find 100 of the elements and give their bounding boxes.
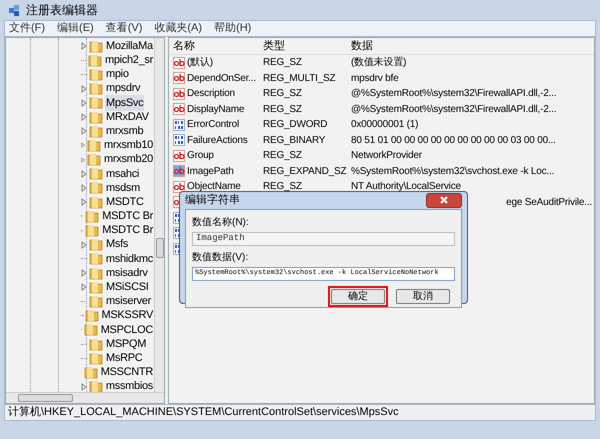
menu-item[interactable]: 帮助(H) — [214, 20, 252, 37]
tree-item[interactable]: mpich2_sr — [104, 52, 154, 69]
folder-icon — [89, 82, 103, 96]
close-icon — [440, 196, 448, 204]
value-data: NT Authority\LocalService — [351, 180, 461, 194]
value-name[interactable]: FailureActions — [187, 132, 248, 148]
dialog-title: 编辑字符串 — [185, 192, 240, 208]
tree-item[interactable]: Msfs — [105, 236, 130, 253]
menu-item[interactable]: 查看(V) — [106, 20, 142, 37]
folder-icon — [89, 238, 103, 252]
tree-item[interactable]: MsRPC — [105, 350, 144, 366]
value-data: (数值未设置) — [351, 56, 406, 70]
tree-item[interactable]: MSKSSRV — [100, 307, 154, 324]
tree-item[interactable]: MozillaMa — [105, 38, 154, 54]
folder-icon — [89, 196, 103, 209]
folder-icon — [89, 68, 103, 81]
folder-icon — [89, 110, 103, 124]
registry-app-icon — [8, 3, 22, 17]
tree-item[interactable]: MSDTC — [105, 194, 145, 210]
tree-item[interactable]: mrxsmb10 — [103, 137, 154, 154]
string-value-icon — [173, 180, 185, 193]
value-type: REG_SZ — [263, 57, 302, 68]
column-header[interactable]: 类型 — [259, 38, 347, 54]
folder-icon — [89, 266, 103, 280]
folder-icon — [85, 224, 100, 238]
string-value-icon — [173, 165, 185, 178]
value-type: REG_SZ — [263, 104, 302, 115]
tree-item[interactable]: msdsm — [105, 180, 141, 196]
tree-item[interactable]: mpio — [105, 66, 130, 83]
tree-item[interactable]: MSiSCSI — [105, 279, 150, 296]
value-data: %SystemRoot%\system32\svchost.exe -k Loc... — [351, 164, 554, 179]
field-label: 数值名称(N): — [192, 216, 250, 230]
column-header[interactable]: 数据 — [347, 38, 517, 54]
folder-icon — [89, 96, 103, 110]
binary-value-icon — [173, 134, 185, 146]
value-type: REG_BINARY — [263, 134, 326, 146]
value-type: REG_DWORD — [263, 119, 328, 130]
folder-icon — [87, 138, 102, 152]
tree-item[interactable]: MSPCLOC — [100, 322, 154, 338]
string-value-icon — [173, 150, 185, 162]
folder-icon — [89, 294, 103, 308]
value-name[interactable]: Description — [187, 86, 235, 102]
tree-item[interactable]: mrxsmb — [105, 122, 144, 140]
value-data: @%SystemRoot%\system32\FirewallAPI.dll,-2... — [351, 87, 556, 102]
tree-item[interactable]: msisadrv — [105, 264, 149, 282]
tree-item[interactable]: MSSCNTR — [100, 364, 154, 381]
value-type: REG_EXPAND_SZ — [263, 166, 346, 177]
value-data: ege SeAuditPrivile... — [506, 196, 593, 210]
expand-arrow-icon[interactable] — [81, 42, 87, 50]
folder-icon — [87, 153, 102, 166]
folder-icon — [88, 54, 102, 67]
string-value-icon — [173, 88, 185, 100]
tree-item[interactable]: MSDTC Br — [101, 222, 154, 239]
tree-item[interactable]: msiserver — [105, 293, 152, 310]
value-data: @%SystemRoot%\system32\FirewallAPI.dll,-2... — [351, 102, 556, 117]
tree-item[interactable]: msahci — [105, 166, 140, 182]
value-data: 0x00000001 (1) — [351, 118, 418, 132]
tree-item[interactable]: mshidkmc — [104, 250, 154, 268]
value-name[interactable]: Group — [187, 148, 214, 164]
vertical-scrollbar[interactable] — [154, 38, 164, 392]
menu-item[interactable]: 文件(F) — [9, 20, 46, 37]
folder-icon — [89, 280, 103, 294]
tree-item[interactable]: MpsSvc — [105, 94, 144, 112]
value-data: 80 51 01 00 00 00 00 00 00 00 00 00 03 00 00... — [351, 134, 556, 148]
value-name[interactable]: DisplayName — [187, 102, 244, 117]
value-data: mpsdrv bfe — [351, 72, 398, 86]
folder-icon — [89, 40, 103, 53]
dialog-button[interactable]: 取消 — [396, 288, 450, 304]
folder-icon — [89, 181, 103, 194]
column-header[interactable]: 名称 — [169, 38, 259, 54]
value-name[interactable]: ErrorControl — [187, 117, 240, 132]
menu-item[interactable]: 编辑(E) — [57, 20, 94, 37]
string-value-icon — [173, 56, 185, 69]
tree-item[interactable]: MSPQM — [105, 336, 148, 352]
value-type: REG_SZ — [263, 88, 302, 100]
horizontal-scrollbar[interactable] — [6, 392, 164, 403]
value-name-field[interactable]: ImagePath — [192, 232, 455, 246]
value-name[interactable]: ImagePath — [187, 164, 234, 179]
folder-icon — [88, 252, 103, 266]
value-type: REG_SZ — [263, 150, 302, 162]
tree-item[interactable]: MSDTC Br — [101, 208, 154, 225]
value-name[interactable]: (默认) — [187, 55, 213, 70]
tree-item[interactable]: mrxsmb20 — [103, 151, 154, 168]
status-path: 计算机\HKEY_LOCAL_MACHINE\SYSTEM\CurrentControlSet\services\MpsSvc — [8, 405, 399, 420]
value-data: NetworkProvider — [351, 149, 422, 164]
tree-item[interactable]: MRxDAV — [105, 108, 150, 126]
dialog-button[interactable]: 确定 — [331, 288, 385, 304]
value-type: REG_MULTI_SZ — [263, 72, 336, 84]
value-name[interactable]: DependOnSer... — [187, 70, 256, 86]
folder-icon — [89, 352, 103, 365]
close-button[interactable] — [426, 192, 462, 208]
string-value-icon — [173, 72, 185, 84]
folder-icon — [89, 167, 103, 180]
folder-icon — [84, 366, 98, 379]
value-type: REG_SZ — [263, 181, 302, 192]
menu-item[interactable]: 收藏夹(A) — [154, 20, 202, 37]
tree-item[interactable]: mssmbios — [104, 378, 154, 392]
folder-icon — [85, 210, 100, 223]
tree-item[interactable]: mpsdrv — [105, 80, 142, 97]
value-name[interactable]: ObjectName — [187, 179, 241, 194]
